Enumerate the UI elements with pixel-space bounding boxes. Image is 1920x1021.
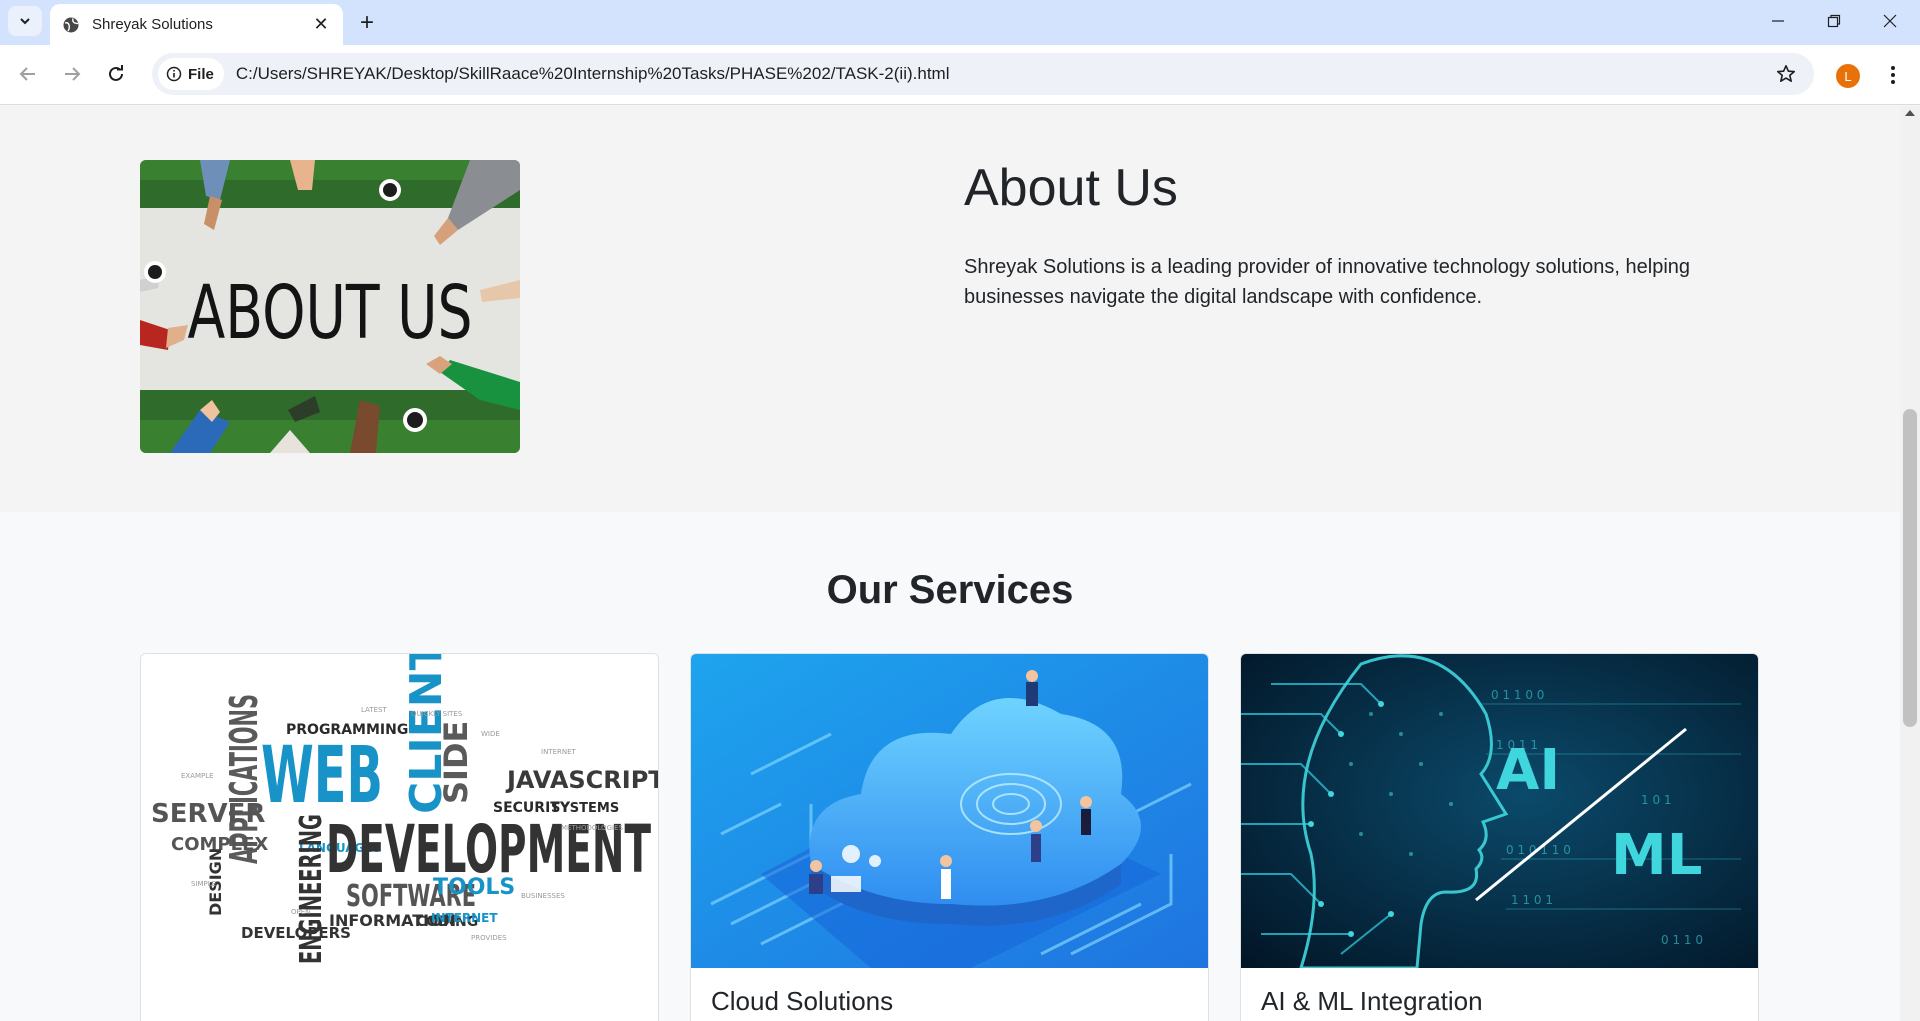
svg-text:BUSINESSES: BUSINESSES <box>521 892 565 900</box>
profile-avatar[interactable]: L <box>1836 64 1860 88</box>
scroll-up-arrow-icon[interactable] <box>1905 110 1915 116</box>
service-card-cloud-solutions[interactable]: Cloud Solutions <box>690 653 1209 1021</box>
new-tab-button[interactable]: + <box>352 8 382 38</box>
tab-title: Shreyak Solutions <box>92 16 213 33</box>
svg-text:OPEN: OPEN <box>291 908 310 916</box>
forward-button[interactable] <box>56 58 88 90</box>
close-icon <box>1883 14 1897 28</box>
svg-text:WIDE: WIDE <box>481 730 500 738</box>
word-tools: TOOLS <box>433 875 515 900</box>
word-internet: INTERNET <box>431 911 498 925</box>
bookmark-button[interactable] <box>1766 54 1806 94</box>
chip-label: File <box>188 65 214 83</box>
star-icon <box>1777 65 1795 82</box>
svg-text:METHODOLOGIES: METHODOLOGIES <box>561 824 623 832</box>
card-title-cloud-solutions: Cloud Solutions <box>711 986 894 1016</box>
globe-icon <box>62 16 80 34</box>
scroll-thumb[interactable] <box>1903 409 1917 727</box>
site-info-chip[interactable]: File <box>158 58 224 90</box>
arrow-right-icon <box>65 67 81 81</box>
browser-menu-button[interactable] <box>1878 60 1908 90</box>
restore-button[interactable] <box>1806 0 1862 42</box>
about-description: Shreyak Solutions is a leading provider … <box>964 256 1691 308</box>
page-scrollbar[interactable] <box>1900 106 1920 1021</box>
url-text[interactable]: C:/Users/SHREYAK/Desktop/SkillRaace%20In… <box>236 64 1766 84</box>
word-web: WEB <box>261 731 383 821</box>
tab-strip: Shreyak Solutions ✕ + <box>0 0 1920 45</box>
close-window-button[interactable] <box>1862 0 1918 42</box>
word-side: SIDE <box>437 721 475 804</box>
minimize-button[interactable] <box>1750 0 1806 42</box>
svg-text:EXAMPLE: EXAMPLE <box>181 772 214 780</box>
svg-text:1 0 1: 1 0 1 <box>1641 793 1672 807</box>
chevron-down-icon <box>20 18 30 25</box>
word-javascript: JAVASCRIPT <box>505 766 658 794</box>
cloud-solutions-image <box>691 654 1208 968</box>
svg-text:PROVIDES: PROVIDES <box>471 934 507 942</box>
svg-text:SIMPLE: SIMPLE <box>191 880 216 888</box>
card-title-ai-ml: AI & ML Integration <box>1261 986 1483 1016</box>
info-icon <box>166 66 182 82</box>
about-image: ABOUT US <box>140 160 520 453</box>
ml-text: ML <box>1611 823 1702 888</box>
tab-search-button[interactable] <box>8 6 42 36</box>
svg-text:1 1 0 1: 1 1 0 1 <box>1511 893 1553 907</box>
svg-text:0 1 1 0 0: 0 1 1 0 0 <box>1491 688 1544 702</box>
reload-icon <box>109 65 123 81</box>
word-developers: DEVELOPERS <box>241 924 351 942</box>
page-viewport: ABOUT US About Us Shreyak Solutions is a… <box>0 106 1900 1021</box>
service-card-ai-ml[interactable]: 0 1 1 0 0 1 0 1 1 0 1 0 1 1 0 1 1 0 1 1 … <box>1240 653 1759 1021</box>
svg-text:LATEST: LATEST <box>361 706 387 714</box>
active-tab[interactable]: Shreyak Solutions ✕ <box>50 4 343 45</box>
about-image-text: ABOUT US <box>188 270 473 356</box>
svg-text:0 1 1 0: 0 1 1 0 <box>1661 933 1703 947</box>
more-vert-icon <box>1891 66 1895 84</box>
about-section: ABOUT US About Us Shreyak Solutions is a… <box>0 106 1900 512</box>
svg-text:INTERNET: INTERNET <box>541 748 577 756</box>
web-development-image: PROGRAMMING WEB CLIENT SIDE JAVASCRIPT A… <box>141 654 658 1021</box>
about-title: About Us <box>964 159 1178 217</box>
ai-ml-image: 0 1 1 0 0 1 0 1 1 0 1 0 1 1 0 1 1 0 1 1 … <box>1241 654 1758 970</box>
service-card-web-development[interactable]: PROGRAMMING WEB CLIENT SIDE JAVASCRIPT A… <box>140 653 659 1021</box>
services-title: Our Services <box>826 568 1074 612</box>
restore-icon <box>1827 14 1841 28</box>
back-button[interactable] <box>12 58 44 90</box>
arrow-left-icon <box>19 67 35 81</box>
word-server: SERVER <box>151 799 265 829</box>
ai-text: AI <box>1496 738 1560 803</box>
minimize-icon <box>1772 20 1784 22</box>
reload-button[interactable] <box>100 58 132 90</box>
svg-text:QUICKLY SITES: QUICKLY SITES <box>411 710 463 718</box>
close-tab-icon[interactable]: ✕ <box>311 14 331 35</box>
address-bar[interactable]: File C:/Users/SHREYAK/Desktop/SkillRaace… <box>152 53 1814 95</box>
browser-toolbar: File C:/Users/SHREYAK/Desktop/SkillRaace… <box>0 45 1920 105</box>
